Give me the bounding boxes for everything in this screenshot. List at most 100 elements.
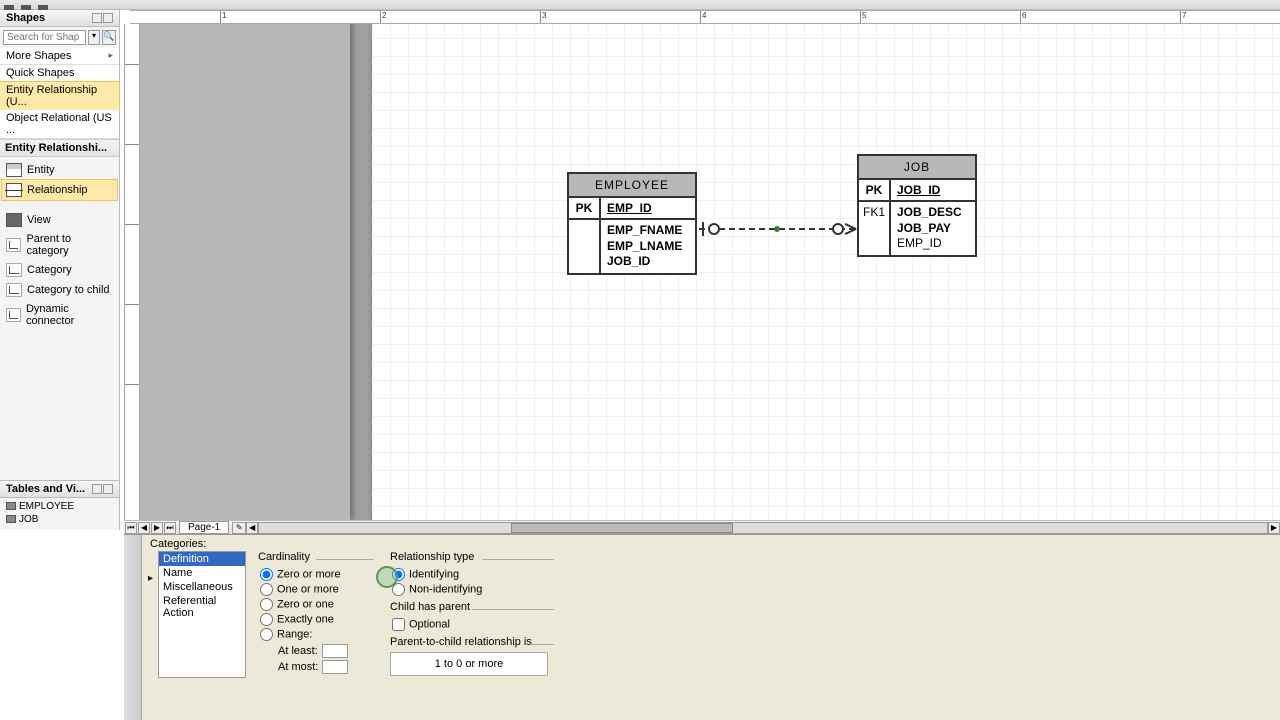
- category-object-relational[interactable]: Object Relational (US ...: [0, 110, 119, 139]
- attrs: JOB_DESC JOB_PAY EMP_ID: [891, 202, 975, 255]
- shapes-title: Shapes: [6, 12, 45, 24]
- reltype-option[interactable]: Non-identifying: [392, 582, 558, 597]
- table-name: JOB: [19, 514, 38, 525]
- drawing-canvas[interactable]: EMPLOYEE PK EMP_ID EMP_FNAME EMP_LNAME J…: [140, 24, 1280, 520]
- app-titlebar: [0, 0, 1280, 10]
- attr: JOB_PAY: [897, 221, 969, 237]
- relationship-preview: 1 to 0 or more: [390, 652, 548, 676]
- opt-label: Range:: [277, 628, 312, 640]
- cardinality-option[interactable]: Range:: [260, 627, 376, 642]
- at-least-label: At least:: [278, 645, 318, 657]
- radio-range[interactable]: [260, 628, 273, 641]
- search-dropdown-icon[interactable]: ▾: [88, 30, 100, 45]
- rel-crows-foot-icon: [844, 222, 858, 236]
- table-icon: [6, 515, 16, 523]
- ruler-horizontal: 1 2 3 4 5 6 7: [130, 10, 1280, 24]
- min-icon[interactable]: [92, 13, 102, 23]
- category-more-shapes[interactable]: More Shapes: [0, 48, 119, 65]
- parentchild-legend: Parent-to-child relationship is: [390, 636, 532, 648]
- min-icon[interactable]: [92, 484, 102, 494]
- scrollbar-track[interactable]: [258, 522, 1268, 534]
- shape-parent-to-category[interactable]: Parent to category: [2, 230, 117, 260]
- at-most-label: At most:: [278, 661, 318, 673]
- radio-zero-or-more[interactable]: [260, 568, 273, 581]
- search-input[interactable]: [3, 30, 86, 45]
- at-most-input[interactable]: [322, 660, 348, 674]
- entity-header: EMPLOYEE: [569, 174, 695, 198]
- category-item[interactable]: Miscellaneous: [159, 580, 245, 594]
- tables-views-panel: Tables and Vi... EMPLOYEE JOB: [0, 480, 120, 530]
- reltype-option[interactable]: Identifying: [392, 567, 558, 582]
- at-least-input[interactable]: [322, 644, 348, 658]
- category-item[interactable]: Definition: [159, 552, 245, 566]
- rel-end-one: [702, 222, 704, 236]
- table-item[interactable]: JOB: [4, 513, 115, 526]
- page-tab[interactable]: Page-1: [179, 521, 229, 534]
- radio-exactly-one[interactable]: [260, 613, 273, 626]
- category-item[interactable]: Referential Action: [159, 594, 245, 620]
- radio-one-or-more[interactable]: [260, 583, 273, 596]
- panel-gutter[interactable]: [124, 535, 142, 720]
- nav-first-icon[interactable]: ⏮: [125, 522, 137, 534]
- nav-next-icon[interactable]: ▶: [151, 522, 163, 534]
- entity-header: JOB: [859, 156, 975, 180]
- shape-view[interactable]: View: [2, 210, 117, 230]
- shape-label: Relationship: [27, 184, 88, 196]
- cardinality-legend: Cardinality: [258, 551, 310, 563]
- reltype-legend: Relationship type: [390, 551, 474, 563]
- opt-label: Identifying: [409, 568, 459, 580]
- category-icon: [6, 263, 22, 277]
- opt-label: Optional: [409, 618, 450, 630]
- cardinality-option[interactable]: Zero or more: [260, 567, 376, 582]
- category-child-icon: [6, 283, 22, 297]
- entity-employee[interactable]: EMPLOYEE PK EMP_ID EMP_FNAME EMP_LNAME J…: [567, 172, 697, 275]
- scroll-right-icon[interactable]: ▶: [1268, 522, 1280, 534]
- radio-non-identifying[interactable]: [392, 583, 405, 596]
- new-page-icon[interactable]: ✎: [232, 522, 246, 534]
- cardinality-option[interactable]: Zero or one: [260, 597, 376, 612]
- tree-expand-icon[interactable]: ▸: [148, 551, 158, 678]
- shape-label: Parent to category: [26, 233, 113, 257]
- tables-panel-header: Tables and Vi...: [0, 481, 119, 498]
- shape-label: Category to child: [27, 284, 110, 296]
- table-item[interactable]: EMPLOYEE: [4, 500, 115, 513]
- page-edge: [140, 24, 350, 520]
- categories-label: Categories:: [148, 537, 1274, 551]
- close-icon[interactable]: [103, 484, 113, 494]
- opt-label: One or more: [277, 583, 339, 595]
- attr: JOB_ID: [607, 254, 689, 270]
- search-go-icon[interactable]: 🔍: [102, 30, 116, 45]
- scrollbar-thumb[interactable]: [511, 523, 733, 533]
- category-item[interactable]: Name: [159, 566, 245, 580]
- rel-midpoint[interactable]: [774, 226, 780, 232]
- shape-category[interactable]: Category: [2, 260, 117, 280]
- scroll-left-icon[interactable]: ◀: [246, 522, 258, 534]
- category-quick-shapes[interactable]: Quick Shapes: [0, 65, 119, 82]
- radio-identifying[interactable]: [392, 568, 405, 581]
- categories-list[interactable]: Definition Name Miscellaneous Referentia…: [158, 551, 246, 678]
- shape-label: Entity: [27, 164, 55, 176]
- shape-label: Category: [27, 264, 72, 276]
- shape-entity[interactable]: Entity: [2, 160, 117, 180]
- cardinality-option[interactable]: Exactly one: [260, 612, 376, 627]
- cardinality-option[interactable]: One or more: [260, 582, 376, 597]
- page-tabs-bar: ⏮ ◀ ▶ ⏭ Page-1 ✎ ◀ ▶: [124, 520, 1280, 534]
- category-entity-relationship[interactable]: Entity Relationship (U...: [0, 81, 120, 111]
- nav-last-icon[interactable]: ⏭: [164, 522, 176, 534]
- attrs: EMP_FNAME EMP_LNAME JOB_ID: [601, 220, 695, 273]
- radio-zero-or-one[interactable]: [260, 598, 273, 611]
- nav-prev-icon[interactable]: ◀: [138, 522, 150, 534]
- shape-dynamic-connector[interactable]: Dynamic connector: [2, 300, 117, 330]
- drawing-page[interactable]: EMPLOYEE PK EMP_ID EMP_FNAME EMP_LNAME J…: [372, 24, 1280, 520]
- close-icon[interactable]: [103, 13, 113, 23]
- shape-category-to-child[interactable]: Category to child: [2, 280, 117, 300]
- entity-job[interactable]: JOB PK JOB_ID FK1 JOB_DESC JOB_PAY EMP_I…: [857, 154, 977, 257]
- entity-icon: [6, 163, 22, 177]
- checkbox-optional[interactable]: [392, 618, 405, 631]
- connector-icon: [6, 308, 21, 322]
- parent-category-icon: [6, 238, 21, 252]
- pk-label: PK: [859, 180, 891, 202]
- shape-label: View: [27, 214, 51, 226]
- shape-relationship[interactable]: Relationship: [1, 179, 118, 201]
- optional-checkbox-row[interactable]: Optional: [392, 617, 558, 632]
